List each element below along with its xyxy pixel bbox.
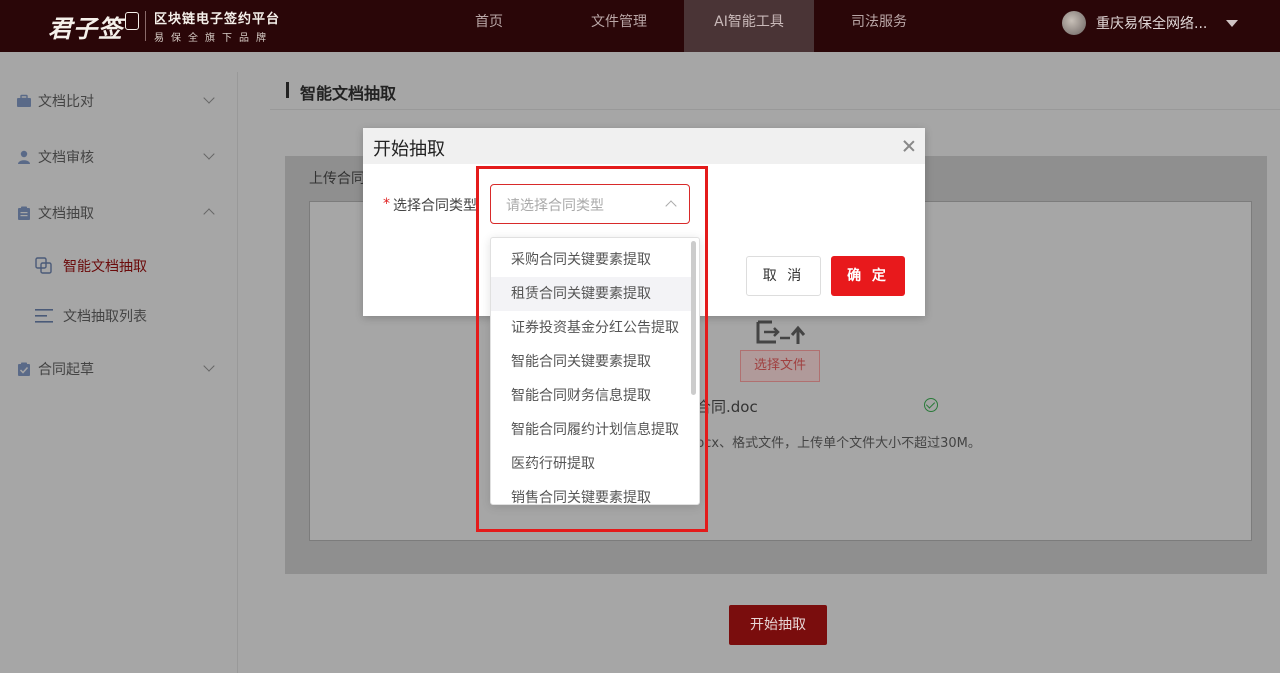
caret-down-icon[interactable] bbox=[1226, 19, 1238, 27]
start-extract-button[interactable]: 开始抽取 bbox=[729, 605, 827, 645]
sidebar-item-label: 文档比对 bbox=[38, 94, 94, 110]
logo-text: 君子签 bbox=[48, 13, 123, 43]
sidebar-subitem-extract-list[interactable]: 文档抽取列表 bbox=[0, 301, 238, 331]
nav-item-judicial-services[interactable]: 司法服务 bbox=[814, 0, 944, 52]
sidebar-item-label: 合同起草 bbox=[38, 362, 94, 378]
page-title: 智能文档抽取 bbox=[300, 84, 397, 103]
dialog-header: 开始抽取 bbox=[363, 128, 925, 164]
upload-hint: pcx、格式文件，上传单个文件大小不超过30M。 bbox=[696, 436, 981, 451]
logo-divider bbox=[145, 11, 146, 41]
confirm-button[interactable]: 确 定 bbox=[831, 256, 905, 296]
chevron-up-icon bbox=[203, 208, 215, 220]
nav-item-file-management[interactable]: 文件管理 bbox=[554, 0, 684, 52]
nav-item-ai-tools[interactable]: AI智能工具 bbox=[684, 0, 814, 52]
logo-tagline: 区块链电子签约平台 bbox=[154, 12, 281, 27]
sidebar-item-doc-review[interactable]: 文档审核 bbox=[0, 142, 238, 172]
check-circle-icon bbox=[924, 398, 938, 412]
sidebar-item-doc-compare[interactable]: 文档比对 bbox=[0, 86, 238, 116]
user-name[interactable]: 重庆易保全网络... bbox=[1096, 13, 1212, 33]
brand-logo[interactable]: 君子签 区块链电子签约平台 易保全旗下品牌 bbox=[48, 6, 280, 46]
list-icon bbox=[35, 309, 53, 323]
annotation-highlight-box bbox=[476, 166, 708, 532]
upload-label: 上传合同 bbox=[309, 171, 365, 187]
required-mark: * bbox=[383, 196, 390, 212]
sidebar-item-label: 文档抽取 bbox=[38, 206, 94, 222]
briefcase-icon bbox=[17, 94, 31, 107]
cancel-button[interactable]: 取 消 bbox=[746, 256, 821, 296]
nav-item-home[interactable]: 首页 bbox=[424, 0, 554, 52]
contract-type-label: 选择合同类型 bbox=[393, 198, 477, 214]
clipboard-check-icon bbox=[18, 362, 30, 376]
close-icon[interactable] bbox=[901, 138, 917, 154]
sidebar-item-contract-draft[interactable]: 合同起草 bbox=[0, 354, 238, 384]
chevron-down-icon bbox=[203, 92, 215, 104]
sidebar-subitem-label: 文档抽取列表 bbox=[63, 309, 147, 325]
copy-icon bbox=[35, 257, 52, 274]
page-header: 智能文档抽取 bbox=[270, 72, 1280, 110]
dialog-title: 开始抽取 bbox=[373, 139, 445, 160]
user-icon bbox=[18, 150, 30, 164]
chevron-down-icon bbox=[203, 148, 215, 160]
sidebar-item-doc-extract[interactable]: 文档抽取 bbox=[0, 198, 238, 228]
title-accent-bar bbox=[286, 82, 289, 98]
sidebar-subitem-label: 智能文档抽取 bbox=[63, 259, 147, 275]
sidebar-item-label: 文档审核 bbox=[38, 150, 94, 166]
main-nav: 首页 文件管理 AI智能工具 司法服务 bbox=[424, 0, 944, 52]
chevron-down-icon bbox=[203, 360, 215, 372]
avatar[interactable] bbox=[1062, 11, 1086, 35]
top-navigation-bar: 君子签 区块链电子签约平台 易保全旗下品牌 首页 文件管理 AI智能工具 司法服… bbox=[0, 0, 1280, 52]
clipboard-icon bbox=[18, 206, 30, 220]
choose-file-button[interactable]: 选择文件 bbox=[740, 350, 820, 382]
logo-tagline-block: 区块链电子签约平台 易保全旗下品牌 bbox=[154, 8, 280, 44]
sidebar-subitem-smart-extract[interactable]: 智能文档抽取 bbox=[0, 251, 238, 281]
logo-subline: 易保全旗下品牌 bbox=[154, 33, 273, 44]
logo-seal-icon bbox=[125, 12, 139, 30]
sidebar: 文档比对 文档审核 文档抽取 智能文档抽取 文档抽取列表 合同起草 bbox=[0, 72, 238, 673]
user-menu[interactable]: 重庆易保全网络... bbox=[1062, 10, 1238, 36]
